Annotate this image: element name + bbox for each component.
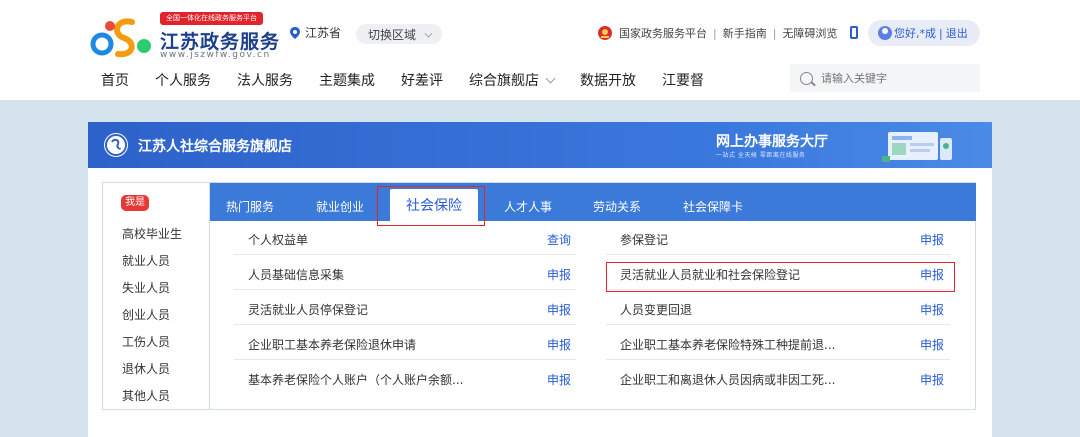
- site-url: www.jszwfw.gov.cn: [160, 50, 271, 60]
- service-name: 人员基础信息采集: [248, 268, 345, 282]
- service-tabs: 热门服务 就业创业 社会保险 人才人事 劳动关系 社会保障卡: [210, 183, 976, 221]
- service-row[interactable]: 灵活就业人员停保登记 申报: [234, 291, 576, 325]
- nav-supervision[interactable]: 江要督: [662, 70, 704, 90]
- category-injured[interactable]: 工伤人员: [122, 333, 170, 350]
- link-accessibility[interactable]: 无障碍浏览: [782, 25, 837, 41]
- service-action-link[interactable]: 申报: [920, 336, 944, 353]
- hrss-emblem-icon: [105, 134, 127, 156]
- service-panel: 我是 高校毕业生 就业人员 失业人员 创业人员 工伤人员 退休人员 其他人员 热…: [102, 182, 976, 410]
- switch-region-label: 切换区域: [368, 27, 417, 42]
- nav-open-data[interactable]: 数据开放: [580, 70, 636, 90]
- store-title: 江苏人社综合服务旗舰店: [138, 139, 292, 155]
- nav-personal[interactable]: 个人服务: [155, 70, 211, 90]
- service-action-link[interactable]: 申报: [920, 371, 944, 388]
- user-avatar-icon: [878, 26, 892, 40]
- tab-annotation-box: [377, 186, 485, 226]
- service-row[interactable]: 基本养老保险个人账户（个人账户余额... 申报: [234, 361, 576, 395]
- service-action-link[interactable]: 申报: [547, 336, 571, 353]
- category-entrepreneurs[interactable]: 创业人员: [122, 306, 170, 323]
- service-action-link[interactable]: 查询: [547, 231, 571, 248]
- search-icon[interactable]: [800, 71, 813, 85]
- i-am-badge: 我是: [121, 195, 149, 211]
- service-row[interactable]: 企业职工基本养老保险退休申请 申报: [234, 326, 576, 360]
- chevron-down-icon: [424, 29, 433, 38]
- service-name: 参保登记: [620, 233, 669, 247]
- site-logo[interactable]: 全国一体化在线政务服务平台 江苏政务服务 www.jszwfw.gov.cn: [88, 12, 279, 62]
- chevron-down-icon: [545, 73, 556, 83]
- row-annotation-box: [606, 262, 955, 292]
- user-greeting[interactable]: 您好,*成: [894, 25, 936, 41]
- mobile-phone-icon[interactable]: [850, 26, 858, 39]
- service-row[interactable]: 人员基础信息采集 申报: [234, 256, 576, 290]
- site-header: 全国一体化在线政务服务平台 江苏政务服务 www.jszwfw.gov.cn 江…: [0, 0, 1080, 100]
- store-banner: 江苏人社综合服务旗舰店 网上办事服务大厅 一站式 全天候 零距离在线服务: [88, 122, 992, 168]
- service-name: 企业职工基本养老保险特殊工种提前退...: [620, 338, 836, 352]
- service-action-link[interactable]: 申报: [547, 371, 571, 388]
- service-action-link[interactable]: 申报: [920, 231, 944, 248]
- tab-labor-relations[interactable]: 劳动关系: [593, 198, 641, 215]
- service-name: 人员变更回退: [620, 303, 693, 317]
- main-nav: 首页 个人服务 法人服务 主题集成 好差评 综合旗舰店 数据开放 江要督: [101, 70, 730, 90]
- service-action-link[interactable]: 申报: [920, 301, 944, 318]
- category-employed[interactable]: 就业人员: [122, 252, 170, 269]
- service-hall-title: 网上办事服务大厅: [716, 134, 828, 150]
- switch-region-button[interactable]: 切换区域: [356, 24, 442, 44]
- service-row[interactable]: 参保登记 申报: [606, 221, 950, 255]
- service-name: 企业职工和离退休人员因病或非因工死...: [620, 373, 836, 387]
- divider: |: [939, 26, 943, 40]
- service-action-link[interactable]: 申报: [547, 301, 571, 318]
- divider: |: [713, 26, 717, 40]
- nav-flagship-label: 综合旗舰店: [469, 73, 539, 89]
- logo-mark-icon: [90, 18, 151, 58]
- location-pin-icon: [290, 26, 300, 39]
- service-row[interactable]: 企业职工基本养老保险特殊工种提前退... 申报: [606, 326, 950, 360]
- current-region: 江苏省: [290, 24, 341, 41]
- national-emblem-icon: [598, 26, 612, 40]
- service-name: 基本养老保险个人账户（个人账户余额...: [248, 373, 464, 387]
- nav-home[interactable]: 首页: [101, 70, 129, 90]
- hrss-logo-icon: [104, 133, 128, 157]
- logout-link[interactable]: 退出: [946, 25, 968, 41]
- platform-badge: 全国一体化在线政务服务平台: [160, 12, 263, 25]
- divider: |: [772, 26, 777, 40]
- category-retired[interactable]: 退休人员: [122, 360, 170, 377]
- service-row[interactable]: 人员变更回退 申报: [606, 291, 950, 325]
- nav-flagship[interactable]: 综合旗舰店: [469, 70, 556, 90]
- service-row[interactable]: 企业职工和离退休人员因病或非因工死... 申报: [606, 361, 950, 395]
- nav-legal[interactable]: 法人服务: [237, 70, 293, 90]
- user-category-list: 我是 高校毕业生 就业人员 失业人员 创业人员 工伤人员 退休人员 其他人员: [103, 183, 210, 409]
- nav-topics[interactable]: 主题集成: [319, 70, 375, 90]
- top-links: 国家政务服务平台 | 新手指南 | 无障碍浏览: [597, 25, 837, 41]
- category-unemployed[interactable]: 失业人员: [122, 279, 170, 296]
- service-name: 灵活就业人员停保登记: [248, 303, 369, 317]
- category-graduates[interactable]: 高校毕业生: [122, 225, 182, 242]
- service-name: 个人权益单: [248, 233, 309, 247]
- region-name: 江苏省: [305, 26, 342, 40]
- tab-hot-services[interactable]: 热门服务: [226, 198, 274, 215]
- service-hall-slogan: 一站式 全天候 零距离在线服务: [716, 152, 806, 159]
- category-others[interactable]: 其他人员: [122, 387, 170, 404]
- link-guide[interactable]: 新手指南: [723, 25, 767, 41]
- nav-evaluation[interactable]: 好差评: [401, 70, 443, 90]
- service-row[interactable]: 个人权益单 查询: [234, 221, 576, 255]
- service-name: 企业职工基本养老保险退休申请: [248, 338, 417, 352]
- dashboard-illustration-icon: [882, 132, 952, 162]
- search-input[interactable]: [821, 71, 971, 85]
- tab-talent[interactable]: 人才人事: [504, 198, 552, 215]
- user-menu: 您好,*成 | 退出: [868, 20, 980, 46]
- service-action-link[interactable]: 申报: [547, 266, 571, 283]
- tab-employment[interactable]: 就业创业: [316, 198, 364, 215]
- search-box: [790, 64, 980, 92]
- tab-social-security-card[interactable]: 社会保障卡: [683, 198, 743, 215]
- link-national-platform[interactable]: 国家政务服务平台: [619, 25, 707, 41]
